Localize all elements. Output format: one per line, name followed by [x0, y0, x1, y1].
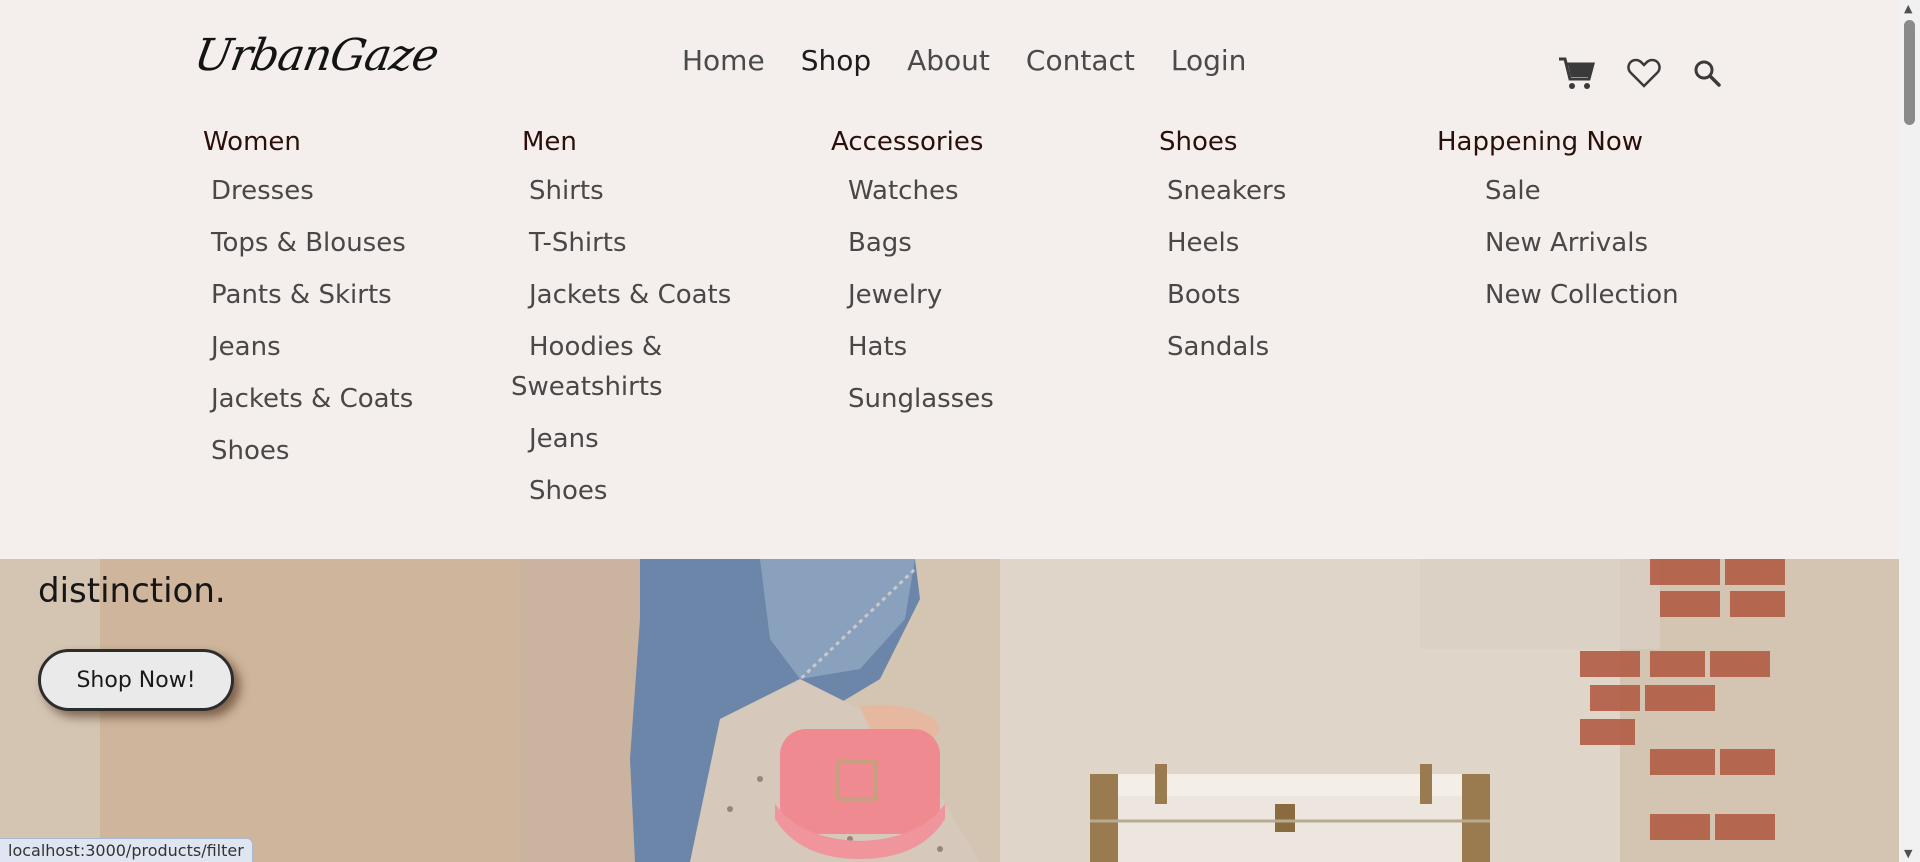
hero-image — [0, 559, 1899, 862]
menu-item[interactable]: Shoes — [529, 471, 731, 511]
menu-item[interactable]: Shoes — [211, 431, 413, 471]
menu-item[interactable]: Sunglasses — [848, 379, 994, 419]
menu-item[interactable]: Hats — [848, 327, 994, 367]
menu-heading-men[interactable]: Men — [522, 127, 731, 157]
scrollbar-thumb[interactable] — [1904, 20, 1915, 125]
menu-item[interactable]: Dresses — [211, 171, 413, 211]
menu-item[interactable]: Jewelry — [848, 275, 994, 315]
menu-item[interactable]: New Arrivals — [1485, 223, 1679, 263]
menu-item[interactable]: Boots — [1167, 275, 1286, 315]
menu-column-accessories: Accessories Watches Bags Jewelry Hats Su… — [831, 127, 994, 431]
menu-item[interactable]: Heels — [1167, 223, 1286, 263]
menu-item[interactable]: Bags — [848, 223, 994, 263]
menu-item[interactable]: Watches — [848, 171, 994, 211]
search-icon[interactable] — [1693, 59, 1721, 87]
menu-item[interactable]: Shirts — [529, 171, 731, 211]
menu-column-men: Men Shirts T-Shirts Jackets & Coats Hood… — [511, 127, 731, 523]
header-icons — [1557, 55, 1721, 91]
menu-column-shoes: Shoes Sneakers Heels Boots Sandals — [1159, 127, 1286, 379]
menu-column-women: Women Dresses Tops & Blouses Pants & Ski… — [203, 127, 413, 483]
scroll-down-arrow-icon[interactable]: ▼ — [1904, 847, 1912, 860]
menu-item[interactable]: Hoodies & Sweatshirts — [511, 327, 711, 407]
menu-heading-accessories[interactable]: Accessories — [831, 127, 994, 157]
nav-about[interactable]: About — [907, 44, 990, 77]
menu-heading-shoes[interactable]: Shoes — [1159, 127, 1286, 157]
menu-item[interactable]: Sneakers — [1167, 171, 1286, 211]
menu-column-happening-now: Happening Now Sale New Arrivals New Coll… — [1437, 127, 1679, 327]
scroll-up-arrow-icon[interactable]: ▲ — [1904, 2, 1912, 15]
vertical-scrollbar[interactable]: ▲ ▼ — [1899, 0, 1920, 862]
menu-item[interactable]: Jackets & Coats — [211, 379, 413, 419]
menu-item[interactable]: Jeans — [211, 327, 413, 367]
page: UrbanGaze Home Shop About Contact Login — [0, 0, 1899, 862]
menu-heading-happening-now[interactable]: Happening Now — [1437, 127, 1679, 157]
main-nav: Home Shop About Contact Login — [682, 44, 1282, 77]
menu-item[interactable]: Sandals — [1167, 327, 1286, 367]
nav-home[interactable]: Home — [682, 44, 765, 77]
cart-icon[interactable] — [1557, 55, 1595, 91]
menu-item[interactable]: Sale — [1485, 171, 1679, 211]
nav-login[interactable]: Login — [1171, 44, 1247, 77]
menu-item[interactable]: Pants & Skirts — [211, 275, 413, 315]
menu-item[interactable]: Jeans — [529, 419, 731, 459]
menu-item[interactable]: T-Shirts — [529, 223, 731, 263]
hero-banner: distinction. Shop Now! localhost:3000/pr… — [0, 559, 1899, 862]
heart-icon[interactable] — [1627, 58, 1661, 88]
menu-item[interactable]: Tops & Blouses — [211, 223, 413, 263]
menu-heading-women[interactable]: Women — [203, 127, 413, 157]
hero-heading: distinction. — [38, 571, 226, 611]
nav-shop[interactable]: Shop — [801, 44, 871, 77]
status-bar-url: localhost:3000/products/filter — [0, 838, 253, 862]
shop-now-button[interactable]: Shop Now! — [38, 649, 234, 711]
nav-contact[interactable]: Contact — [1026, 44, 1135, 77]
menu-item[interactable]: New Collection — [1485, 275, 1679, 315]
brand-logo[interactable]: UrbanGaze — [191, 30, 442, 81]
menu-item[interactable]: Jackets & Coats — [529, 275, 731, 315]
shop-mega-menu: Women Dresses Tops & Blouses Pants & Ski… — [0, 115, 1899, 559]
